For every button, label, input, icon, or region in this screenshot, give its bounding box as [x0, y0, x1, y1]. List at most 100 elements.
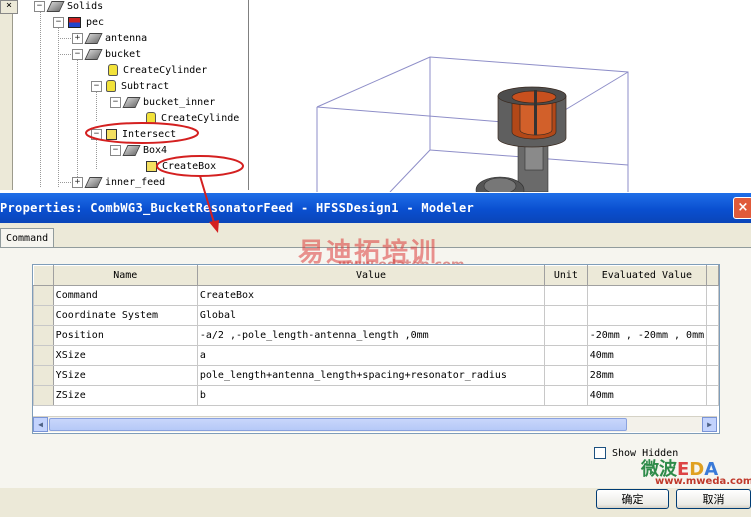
cell-evaluated: 40mm [586, 385, 708, 406]
properties-grid: Name Value Unit Evaluated Value Command … [33, 265, 719, 406]
tree-item-createcylinder[interactable]: CreateCylinder [108, 63, 207, 78]
model-tree: − Solids − pec + antenna − bucket CreateCyli… [22, 0, 249, 190]
tree-item-label: bucket [105, 49, 142, 60]
cell-value[interactable]: b [196, 385, 546, 406]
cell-value[interactable]: pole_length+antenna_length+spacing+reson… [196, 365, 546, 386]
box-icon [146, 160, 157, 172]
cell-value[interactable]: -a/2 ,-pole_length-antenna_length ,0mm [196, 325, 546, 346]
cell-filler [706, 285, 719, 306]
cell-filler [706, 345, 719, 366]
table-row[interactable]: XSize a 40mm [33, 345, 719, 366]
cell-evaluated: 28mm [586, 365, 708, 386]
modeler-viewport[interactable] [250, 0, 751, 204]
cell-name: Command [52, 285, 198, 306]
dialog-titlebar[interactable]: Properties: CombWG3_BucketResonatorFeed … [0, 193, 751, 223]
tree-item-inner-feed[interactable]: + inner_feed [72, 175, 165, 190]
solid-icon [46, 0, 65, 12]
tree-item-label: Intersect [122, 129, 177, 140]
horizontal-scrollbar[interactable]: ◀ ▶ [33, 416, 717, 432]
solid-icon [84, 176, 103, 188]
column-header-unit[interactable]: Unit [544, 265, 588, 286]
ok-button[interactable]: 确定 [596, 489, 669, 509]
table-row[interactable]: Command CreateBox [33, 285, 719, 306]
collapse-icon[interactable]: − [110, 96, 121, 108]
tree-item-label: pec [86, 17, 105, 28]
cell-name: Position [52, 325, 198, 346]
tree-item-solids[interactable]: − Solids [34, 0, 103, 14]
tab-command[interactable]: Command [0, 228, 54, 247]
collapse-icon[interactable]: − [34, 0, 45, 12]
cell-evaluated: -20mm , -20mm , 0mm [586, 325, 708, 346]
expand-icon[interactable]: + [72, 176, 83, 188]
table-row[interactable]: YSize pole_length+antenna_length+spacing… [33, 365, 719, 386]
table-row[interactable]: Position -a/2 ,-pole_length-antenna_leng… [33, 325, 719, 346]
cell-value[interactable]: Global [196, 305, 546, 326]
cylinder-icon [108, 64, 118, 76]
project-tree-panel: × − Solids − pec + antenna − bucket CreateCy… [0, 0, 249, 190]
solid-icon [122, 96, 141, 108]
table-row[interactable]: ZSize b 40mm [33, 385, 719, 406]
row-header [33, 385, 54, 406]
solid-icon [122, 144, 141, 156]
tree-item-intersect[interactable]: − Intersect [91, 127, 176, 142]
column-header-value[interactable]: Value [196, 265, 546, 286]
cell-value[interactable]: CreateBox [196, 285, 546, 306]
tree-item-label: CreateBox [162, 161, 217, 172]
model-3d-view [316, 56, 629, 204]
column-header-filler [706, 265, 719, 286]
tree-close-icon[interactable]: × [0, 0, 18, 14]
left-dock-strip [0, 0, 13, 190]
close-button[interactable]: × [733, 197, 751, 219]
cell-evaluated [586, 285, 708, 306]
properties-table: Name Value Unit Evaluated Value Command … [32, 264, 720, 434]
scroll-left-icon[interactable]: ◀ [33, 417, 48, 432]
checkbox-box-icon[interactable] [594, 447, 606, 459]
row-header [33, 305, 54, 326]
material-icon [68, 16, 81, 28]
tree-item-label: inner_feed [105, 177, 166, 188]
cell-unit [544, 345, 588, 366]
tree-item-box4[interactable]: − Box4 [110, 143, 167, 158]
cylinder-icon [106, 80, 116, 92]
cell-unit [544, 365, 588, 386]
tree-item-bucket-inner[interactable]: − bucket_inner [110, 95, 215, 110]
cell-unit [544, 285, 588, 306]
solid-icon [84, 48, 103, 60]
collapse-icon[interactable]: − [91, 80, 102, 92]
cell-unit [544, 305, 588, 326]
cell-name: YSize [52, 365, 198, 386]
tree-item-pec[interactable]: − pec [53, 15, 104, 30]
tree-item-bucket[interactable]: − bucket [72, 47, 141, 62]
cell-filler [706, 385, 719, 406]
row-header [33, 365, 54, 386]
cell-name: ZSize [52, 385, 198, 406]
cylinder-icon [146, 112, 156, 124]
tree-item-label: Solids [67, 1, 104, 12]
cell-value[interactable]: a [196, 345, 546, 366]
table-row[interactable]: Coordinate System Global [33, 305, 719, 326]
column-header-evaluated-value[interactable]: Evaluated Value [586, 265, 708, 286]
row-header [33, 345, 54, 366]
cell-evaluated [586, 305, 708, 326]
tree-item-label: antenna [105, 33, 148, 44]
tree-item-label: CreateCylinder [123, 65, 208, 76]
collapse-icon[interactable]: − [72, 48, 83, 60]
column-header-name[interactable]: Name [52, 265, 198, 286]
tree-item-createbox[interactable]: CreateBox [146, 159, 216, 174]
tree-item-label: Box4 [143, 145, 168, 156]
scroll-right-icon[interactable]: ▶ [702, 417, 717, 432]
cancel-button[interactable]: 取消 [676, 489, 751, 509]
expand-icon[interactable]: + [72, 32, 83, 44]
cell-unit [544, 325, 588, 346]
tree-item-createcylinde[interactable]: CreateCylinde [146, 111, 239, 126]
cell-filler [706, 305, 719, 326]
tree-item-antenna[interactable]: + antenna [72, 31, 147, 46]
collapse-icon[interactable]: − [91, 128, 102, 140]
cell-unit [544, 385, 588, 406]
scrollbar-thumb[interactable] [49, 418, 627, 431]
collapse-icon[interactable]: − [110, 144, 121, 156]
tree-item-label: bucket_inner [143, 97, 216, 108]
dialog-title: Properties: CombWG3_BucketResonatorFeed … [0, 201, 475, 215]
tree-item-subtract[interactable]: − Subtract [91, 79, 169, 94]
collapse-icon[interactable]: − [53, 16, 64, 28]
